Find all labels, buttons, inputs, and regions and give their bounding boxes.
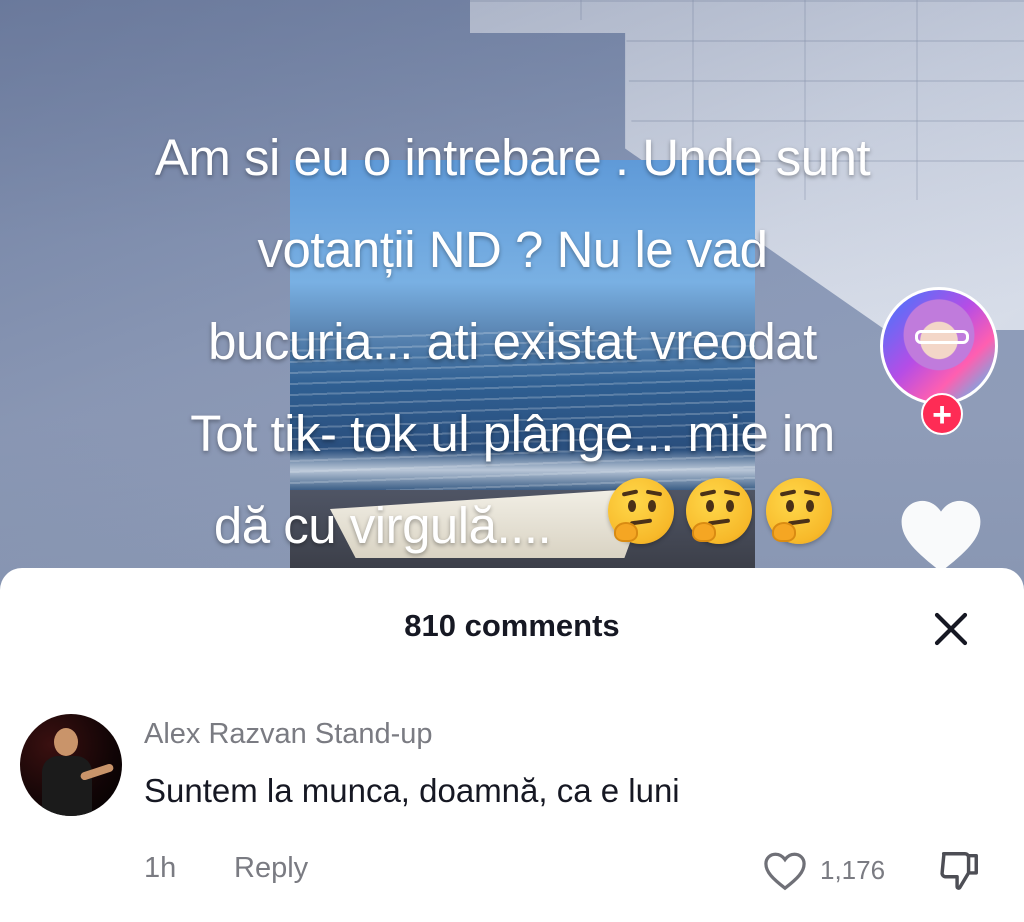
follow-button[interactable]: +	[921, 393, 963, 435]
avatar-figure-head	[54, 728, 78, 756]
comment-text: Suntem la munca, doamnă, ca e luni	[144, 772, 680, 809]
heart-icon[interactable]	[898, 496, 984, 576]
caption-line-4: Tot tik- tok ul plânge... mie im	[190, 405, 835, 462]
thinking-face-icon	[686, 478, 752, 544]
comments-count-title: 810 comments	[404, 608, 620, 643]
caption-line-3: bucuria... ati existat vreodat	[208, 313, 817, 370]
caption-line-2: votanții ND ? Nu le vad	[257, 221, 768, 278]
comments-sheet: 810 comments Alex Razvan Stand-up Suntem…	[0, 568, 1024, 922]
thinking-face-icon	[766, 478, 832, 544]
caption-line-1: Am si eu o intrebare . Unde sunt	[154, 129, 871, 186]
reply-button[interactable]: Reply	[234, 852, 308, 885]
thumbs-down-icon[interactable]	[936, 848, 982, 894]
thinking-face-icon	[608, 478, 674, 544]
caption-line-5: dă cu virgulă....	[213, 497, 552, 554]
close-icon[interactable]	[930, 608, 972, 650]
avatar-figure-body	[42, 756, 92, 816]
avatar-glasses	[915, 330, 969, 344]
commenter-username[interactable]: Alex Razvan Stand-up	[144, 718, 433, 751]
video-caption: Am si eu o intrebare . Unde sunt votanți…	[30, 112, 995, 572]
creator-avatar[interactable]	[880, 287, 998, 405]
commenter-avatar[interactable]	[20, 714, 122, 816]
comment-item: Alex Razvan Stand-up Suntem la munca, do…	[0, 708, 1024, 908]
comment-like-count: 1,176	[820, 855, 886, 885]
comment-timestamp: 1h	[144, 852, 177, 884]
comment-like-icon[interactable]	[762, 850, 808, 892]
